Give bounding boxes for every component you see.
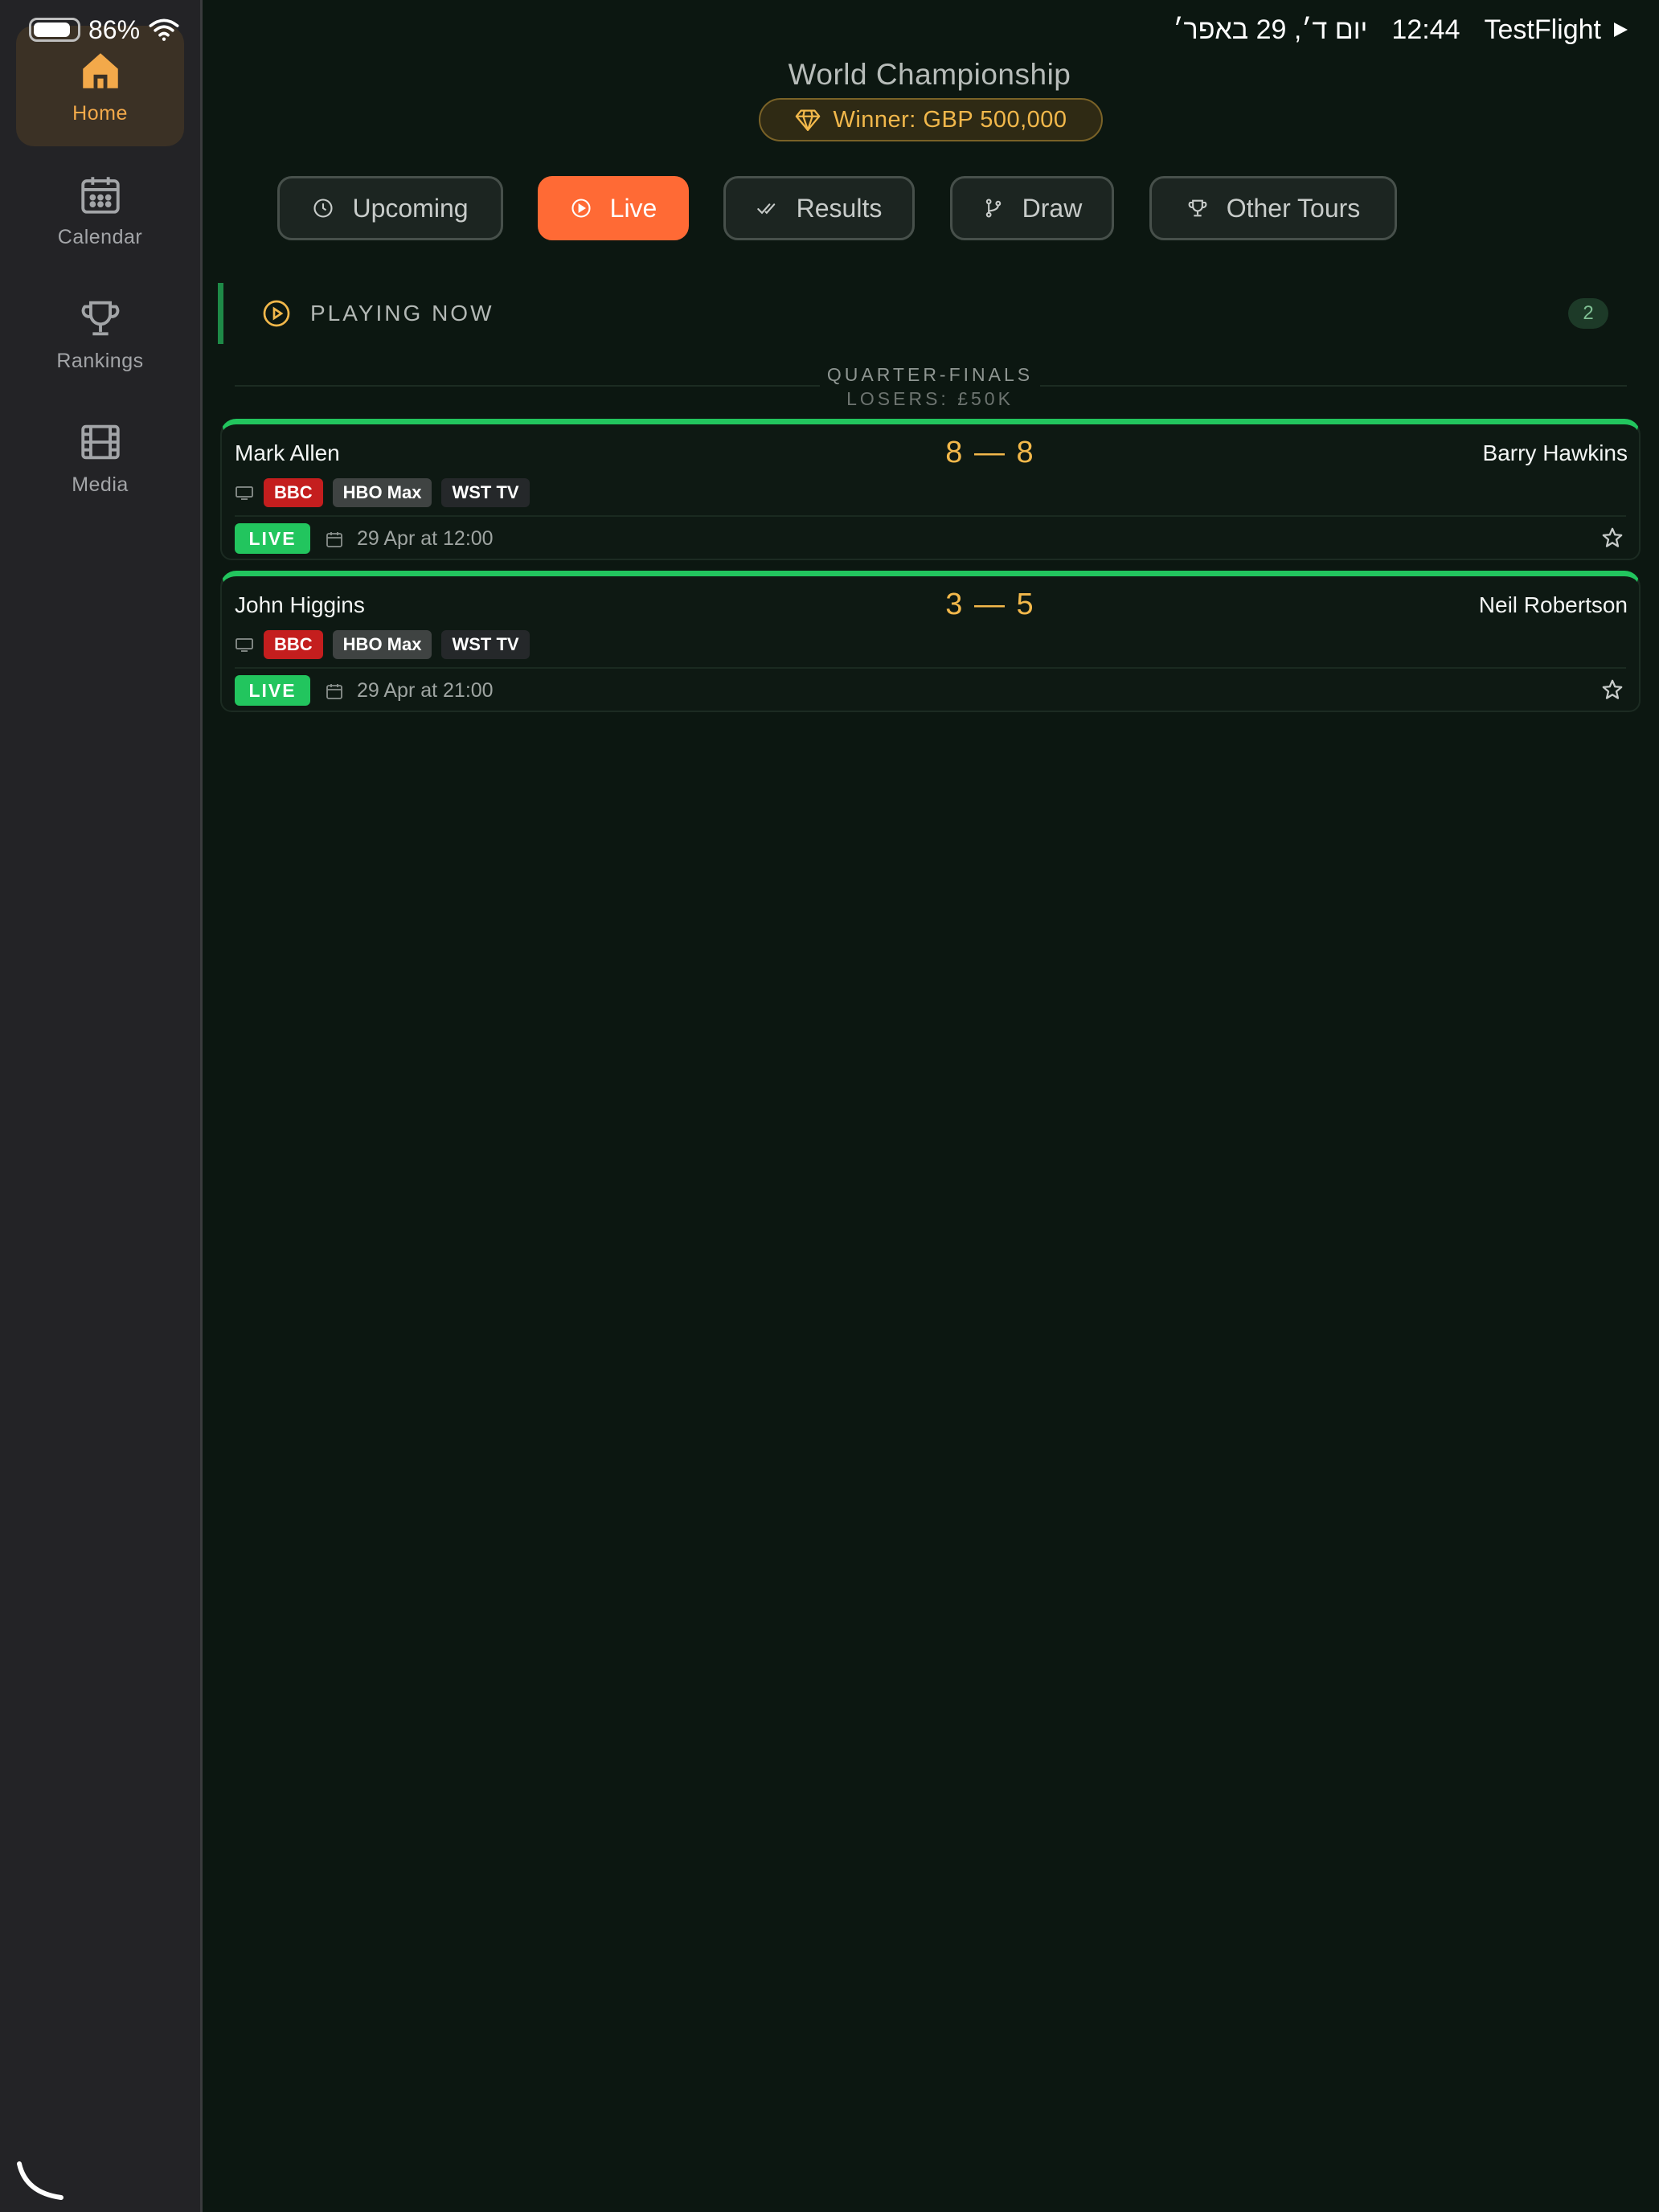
double-check-icon	[756, 203, 775, 215]
tab-other-tours[interactable]: Other Tours	[1149, 176, 1397, 240]
page-title: World Championship	[788, 58, 1071, 91]
player-2-name: Neil Robertson	[1478, 592, 1628, 617]
home-icon	[82, 52, 118, 88]
sidebar-item-label: Home	[72, 101, 128, 125]
sidebar-item-rankings[interactable]: Rankings	[16, 273, 184, 394]
branch-icon	[985, 199, 1001, 218]
status-date: יום ד׳, 29 באפר׳	[1173, 14, 1368, 45]
tab-results[interactable]: Results	[723, 176, 915, 240]
tab-label: Results	[796, 193, 883, 223]
live-badge: LIVE	[235, 675, 310, 706]
tab-label: Upcoming	[352, 193, 469, 223]
status-time: 12:44	[1391, 14, 1460, 45]
clock-icon	[313, 199, 334, 218]
back-app-label: TestFlight	[1484, 14, 1602, 45]
calendar-icon	[326, 684, 342, 699]
sidebar-item-media[interactable]: Media	[16, 397, 184, 518]
match-count-badge: 2	[1568, 298, 1608, 329]
section-header-playing-now: PLAYING NOW	[218, 283, 1614, 344]
round-losers-prize: LOSERS: £50K	[846, 388, 1014, 409]
prize-badge: Winner: GBP 500,000	[759, 98, 1103, 141]
wifi-icon	[149, 18, 179, 41]
play-circle-icon	[571, 199, 591, 218]
battery-icon	[29, 18, 80, 42]
calendar-icon	[326, 532, 342, 547]
broadcaster-badge: HBO Max	[332, 630, 432, 659]
match-card[interactable]: Mark Allen 8 — 8 Barry Hawkins BBC HBO M…	[220, 419, 1641, 560]
match-datetime: 29 Apr at 12:00	[357, 527, 494, 550]
player-1-name: John Higgins	[235, 592, 365, 617]
trophy-icon	[1188, 199, 1207, 217]
tab-draw[interactable]: Draw	[950, 176, 1114, 240]
section-title: PLAYING NOW	[310, 301, 494, 326]
card-divider	[235, 515, 1626, 517]
broadcaster-list: BBC HBO Max WST TV	[235, 477, 530, 508]
home-indicator-icon	[17, 2161, 63, 2200]
broadcaster-badge: BBC	[264, 478, 323, 507]
round-label: QUARTER-FINALS LOSERS: £50K	[820, 363, 1040, 411]
match-score: 8 — 8	[945, 436, 1035, 469]
sidebar-item-label: Rankings	[56, 349, 144, 372]
match-card[interactable]: John Higgins 3 — 5 Neil Robertson BBC HB…	[220, 571, 1641, 712]
diamond-icon	[796, 109, 821, 131]
star-icon[interactable]	[1600, 678, 1624, 702]
tab-label: Other Tours	[1226, 193, 1361, 223]
broadcaster-badge: WST TV	[441, 630, 530, 659]
player-1-name: Mark Allen	[235, 440, 340, 465]
film-icon	[80, 424, 120, 459]
tv-icon	[236, 638, 253, 652]
tab-upcoming[interactable]: Upcoming	[277, 176, 503, 240]
broadcaster-list: BBC HBO Max WST TV	[235, 629, 530, 660]
tab-label: Live	[609, 193, 657, 223]
round-name: QUARTER-FINALS	[826, 364, 1034, 385]
sidebar-item-label: Media	[72, 473, 129, 496]
tab-label: Draw	[1022, 193, 1083, 223]
sidebar-item-label: Calendar	[57, 225, 143, 248]
battery-percent: 86%	[88, 14, 141, 44]
star-icon[interactable]	[1600, 526, 1624, 550]
prize-label: Winner: GBP 500,000	[833, 106, 1067, 133]
play-circle-icon	[263, 300, 290, 327]
sidebar: Home Calendar Rankings Media	[0, 0, 203, 2212]
sidebar-item-calendar[interactable]: Calendar	[16, 150, 184, 270]
tv-icon	[236, 486, 253, 500]
broadcaster-badge: HBO Max	[332, 478, 432, 507]
trophy-icon	[81, 301, 119, 335]
status-bar-right: יום ד׳, 29 באפר׳ 12:44 TestFlight	[1173, 11, 1630, 48]
broadcaster-badge: BBC	[264, 630, 323, 659]
back-to-app-button[interactable]: TestFlight	[1485, 14, 1631, 46]
match-datetime: 29 Apr at 21:00	[357, 679, 494, 702]
play-arrow-icon	[1614, 23, 1628, 37]
broadcaster-badge: WST TV	[441, 478, 530, 507]
calendar-icon	[80, 176, 120, 214]
match-score: 3 — 5	[945, 588, 1035, 621]
live-badge: LIVE	[235, 523, 310, 554]
card-divider	[235, 667, 1626, 669]
status-bar-left: 86%	[29, 14, 180, 45]
tab-live[interactable]: Live	[538, 176, 689, 240]
player-2-name: Barry Hawkins	[1482, 440, 1628, 465]
